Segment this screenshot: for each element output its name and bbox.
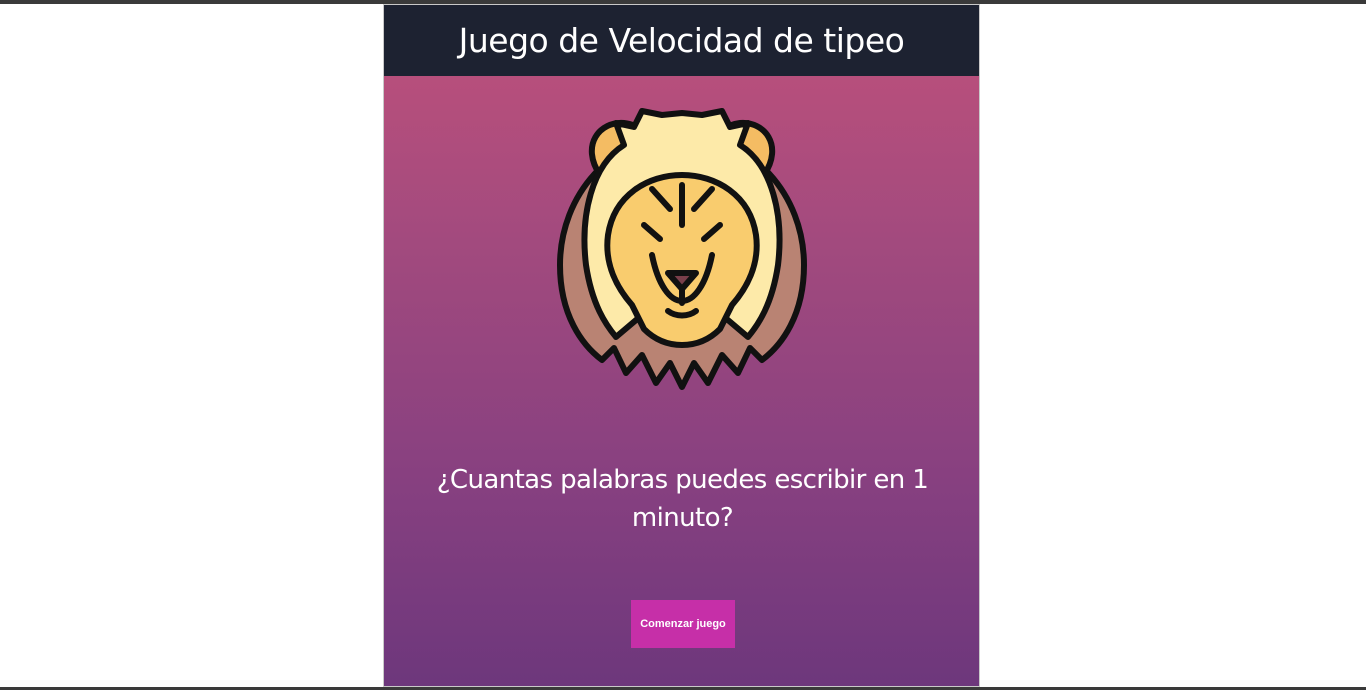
game-card: Juego de Velocidad de tipeo ¿Cuantas pal… <box>383 4 980 687</box>
question-text: ¿Cuantas palabras puedes escribir en 1 m… <box>424 461 941 537</box>
page-title: Juego de Velocidad de tipeo <box>458 21 905 60</box>
question-line-1: ¿Cuantas palabras puedes escribir en 1 <box>436 465 929 495</box>
lion-icon <box>552 105 812 395</box>
start-game-button[interactable]: Comenzar juego <box>631 600 735 648</box>
header-bar: Juego de Velocidad de tipeo <box>384 5 979 76</box>
question-line-2: minuto? <box>631 503 734 533</box>
